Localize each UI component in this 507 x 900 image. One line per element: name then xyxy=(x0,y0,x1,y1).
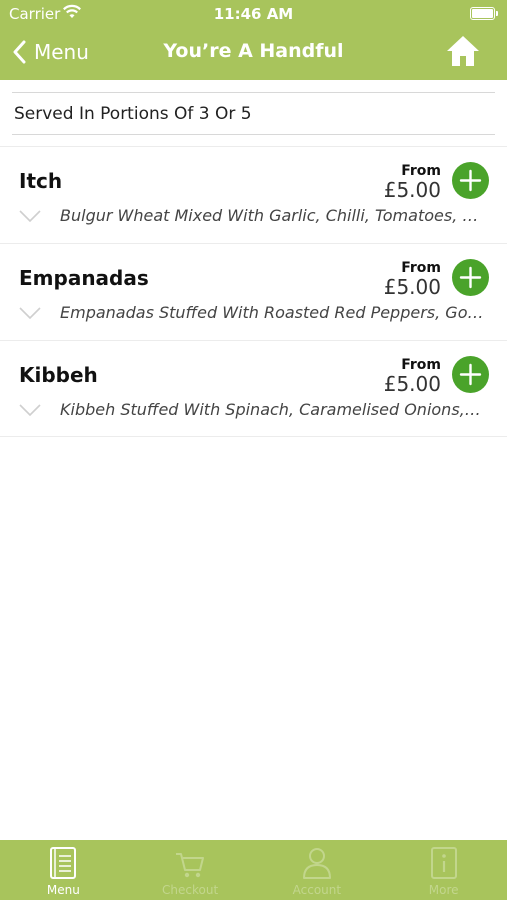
tab-label: Checkout xyxy=(162,883,219,897)
menu-book-icon xyxy=(50,847,77,879)
section-header: Served In Portions Of 3 Or 5 xyxy=(12,92,495,135)
menu-item[interactable]: Empanadas From £5.00 Empanadas Stuffed W… xyxy=(0,243,507,340)
tab-account[interactable]: Account xyxy=(254,840,381,900)
tab-checkout[interactable]: Checkout xyxy=(127,840,254,900)
plus-icon xyxy=(459,363,482,386)
battery-icon xyxy=(470,7,498,20)
item-from-label: From xyxy=(401,163,441,179)
item-name: Itch xyxy=(19,169,63,193)
tab-label: Account xyxy=(292,883,342,897)
item-price: £5.00 xyxy=(383,372,441,396)
home-button[interactable] xyxy=(445,34,481,68)
menu-item[interactable]: Kibbeh From £5.00 Kibbeh Stuffed With Sp… xyxy=(0,340,507,437)
item-from-label: From xyxy=(401,260,441,276)
menu-item-list: Itch From £5.00 Bulgur Wheat Mixed With … xyxy=(0,146,507,437)
tab-bar: Menu Checkout Account More xyxy=(0,840,507,900)
person-icon xyxy=(302,848,331,879)
tab-label: Menu xyxy=(46,883,80,897)
cart-icon xyxy=(176,853,205,878)
status-bar: Carrier 11:46 AM xyxy=(0,0,507,28)
item-from-label: From xyxy=(401,357,441,373)
tab-menu[interactable]: Menu xyxy=(0,840,127,900)
add-item-button[interactable] xyxy=(452,259,489,296)
status-time: 11:46 AM xyxy=(213,5,294,23)
tab-label: More xyxy=(428,883,459,897)
item-description: Bulgur Wheat Mixed With Garlic, Chilli, … xyxy=(60,206,484,225)
add-item-button[interactable] xyxy=(452,162,489,199)
item-description: Empanadas Stuffed With Roasted Red Peppe… xyxy=(60,303,484,322)
item-name: Empanadas xyxy=(19,266,149,290)
navigation-bar: Carrier 11:46 AM Menu You’re A Handful xyxy=(0,0,507,80)
chevron-down-icon[interactable] xyxy=(19,307,41,319)
item-price: £5.00 xyxy=(383,275,441,299)
menu-item[interactable]: Itch From £5.00 Bulgur Wheat Mixed With … xyxy=(0,146,507,243)
page-title: You’re A Handful xyxy=(163,40,344,62)
info-icon xyxy=(430,847,457,879)
chevron-down-icon[interactable] xyxy=(19,210,41,222)
chevron-down-icon[interactable] xyxy=(19,404,41,416)
plus-icon xyxy=(459,169,482,192)
tab-more[interactable]: More xyxy=(380,840,507,900)
plus-icon xyxy=(459,266,482,289)
item-price: £5.00 xyxy=(383,178,441,202)
add-item-button[interactable] xyxy=(452,356,489,393)
item-description: Kibbeh Stuffed With Spinach, Caramelised… xyxy=(60,400,484,419)
home-icon xyxy=(447,36,479,66)
item-name: Kibbeh xyxy=(19,363,98,387)
